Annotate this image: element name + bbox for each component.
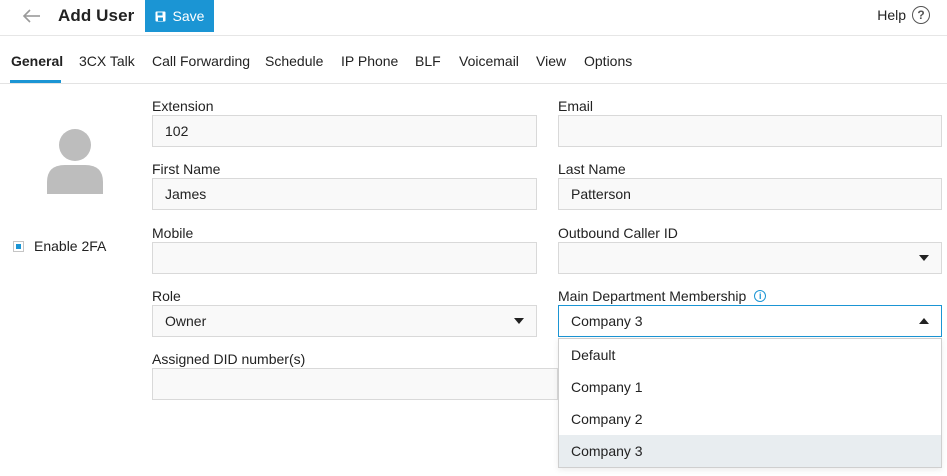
tab-general[interactable]: General: [11, 53, 63, 69]
mobile-label: Mobile: [152, 225, 194, 241]
assigned-did-label: Assigned DID number(s): [152, 351, 306, 367]
last-name-value: Patterson: [571, 186, 631, 202]
role-value: Owner: [165, 313, 207, 329]
first-name-field[interactable]: James: [152, 178, 537, 210]
enable-2fa-checkbox[interactable]: [13, 240, 24, 252]
dropdown-option-company-3[interactable]: Company 3: [559, 435, 941, 467]
arrow-left-icon: [20, 4, 44, 28]
question-circle-icon: ?: [912, 6, 930, 24]
page-title: Add User: [58, 6, 135, 25]
info-icon[interactable]: i: [754, 290, 767, 303]
tab-options[interactable]: Options: [584, 53, 632, 69]
extension-value: 102: [165, 123, 189, 139]
back-button[interactable]: [20, 4, 44, 28]
save-button-label: Save: [172, 8, 205, 24]
floppy-disk-icon: [155, 11, 166, 22]
active-tab-indicator: [10, 80, 61, 83]
extension-field[interactable]: 102: [152, 115, 537, 147]
tab-3cx-talk[interactable]: 3CX Talk: [79, 53, 135, 69]
last-name-field[interactable]: Patterson: [558, 178, 942, 210]
tab-ip-phone[interactable]: IP Phone: [341, 53, 398, 69]
first-name-value: James: [165, 186, 207, 202]
caret-down-icon: [919, 255, 929, 261]
enable-2fa-label: Enable 2FA: [34, 238, 107, 254]
main-department-label: Main Department Membership i: [558, 288, 767, 304]
email-field[interactable]: [558, 115, 942, 147]
page-header: Add User Save Help ?: [0, 0, 947, 34]
main-department-label-text: Main Department Membership: [558, 288, 747, 304]
avatar[interactable]: [46, 128, 104, 194]
extension-label: Extension: [152, 98, 214, 114]
department-dropdown-list: Default Company 1 Company 2 Company 3: [558, 338, 942, 468]
help-link[interactable]: Help ?: [877, 6, 930, 24]
dropdown-option-company-2[interactable]: Company 2: [559, 403, 941, 435]
caret-up-icon: [919, 318, 929, 324]
dropdown-option-default[interactable]: Default: [559, 339, 941, 371]
first-name-label: First Name: [152, 161, 221, 177]
tab-view[interactable]: View: [536, 53, 566, 69]
outbound-caller-id-select[interactable]: [558, 242, 942, 274]
tab-call-forwarding[interactable]: Call Forwarding: [152, 53, 250, 69]
role-label: Role: [152, 288, 181, 304]
tab-blf[interactable]: BLF: [415, 53, 441, 69]
tab-voicemail[interactable]: Voicemail: [459, 53, 519, 69]
role-select[interactable]: Owner: [152, 305, 537, 337]
assigned-did-field[interactable]: [152, 368, 558, 400]
last-name-label: Last Name: [558, 161, 626, 177]
help-label: Help: [877, 7, 906, 23]
user-silhouette-icon: [46, 129, 104, 197]
tab-schedule[interactable]: Schedule: [265, 53, 323, 69]
main-department-select[interactable]: Company 3: [558, 305, 942, 337]
save-button[interactable]: Save: [145, 0, 214, 32]
dropdown-option-company-1[interactable]: Company 1: [559, 371, 941, 403]
mobile-field[interactable]: [152, 242, 537, 274]
email-label: Email: [558, 98, 594, 114]
tab-bar: General 3CX Talk Call Forwarding Schedul…: [0, 36, 947, 84]
caret-down-icon: [514, 318, 524, 324]
main-department-value: Company 3: [571, 313, 643, 329]
enable-2fa-option: Enable 2FA: [13, 238, 106, 254]
outbound-caller-id-label: Outbound Caller ID: [558, 225, 678, 241]
